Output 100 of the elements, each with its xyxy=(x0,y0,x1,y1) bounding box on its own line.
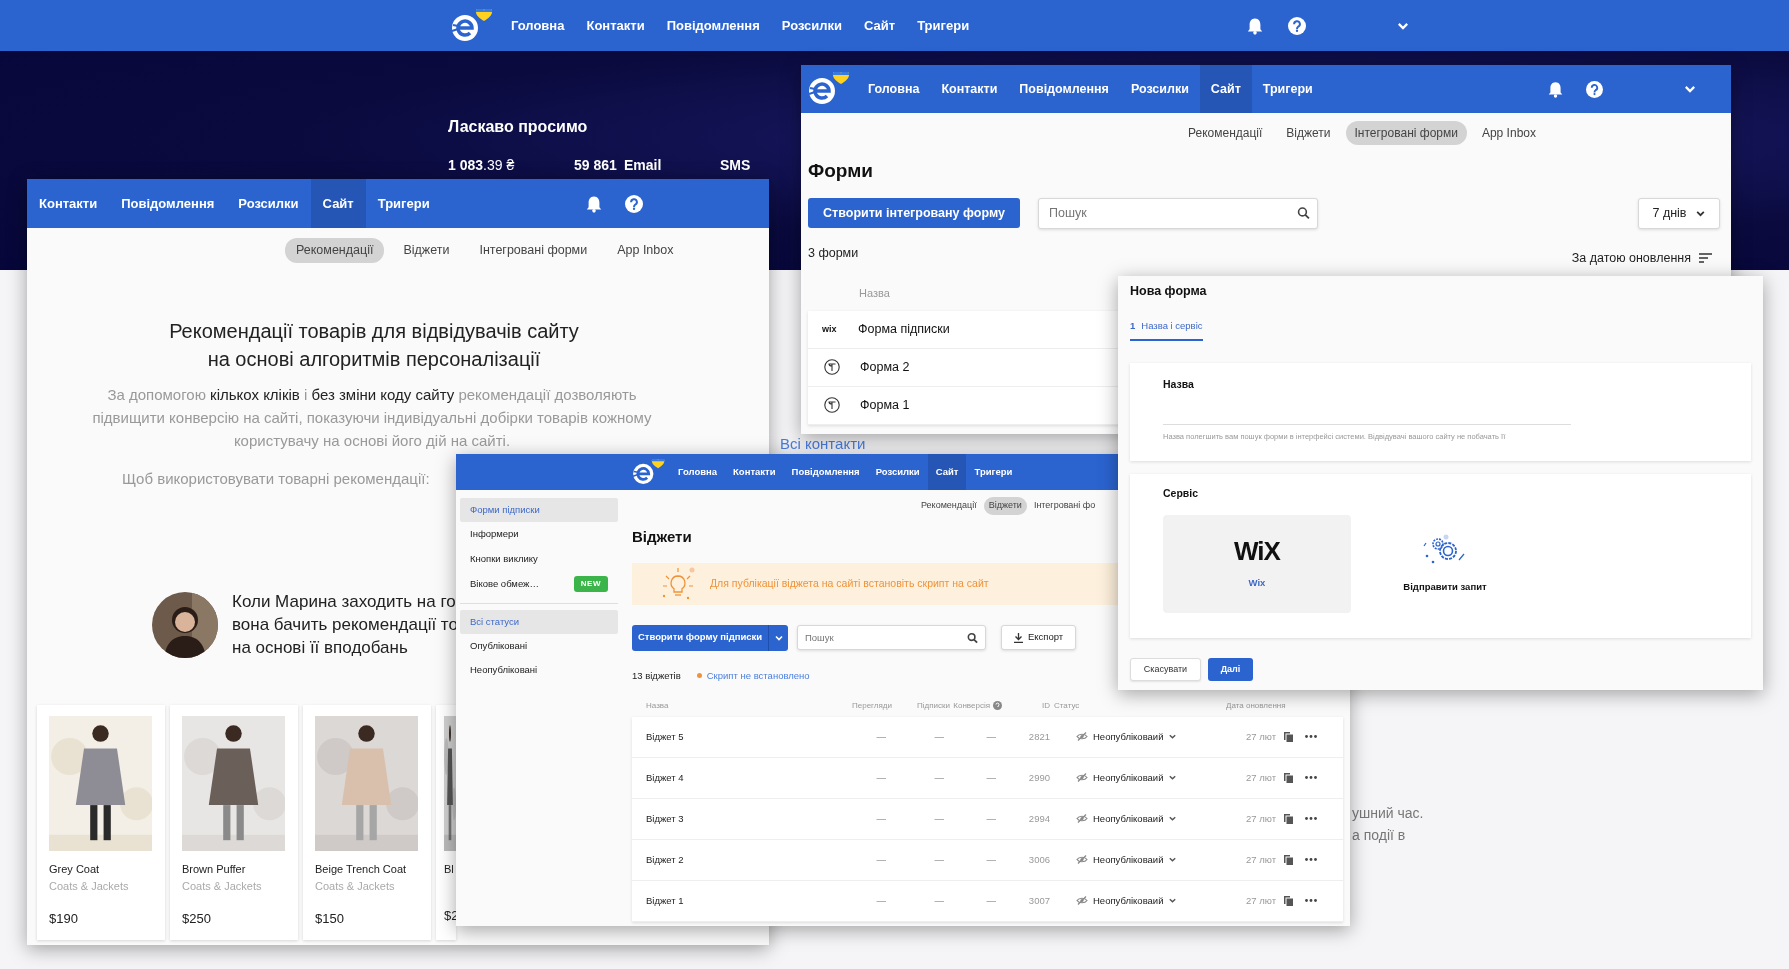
nav-link[interactable]: Сайт xyxy=(927,454,967,490)
all-contacts-link[interactable]: Всі контакти xyxy=(780,436,866,452)
sub-tab[interactable]: Інтегровані форми xyxy=(468,238,599,263)
more-icon[interactable] xyxy=(1305,776,1317,780)
cancel-button[interactable]: Скасувати xyxy=(1130,658,1201,681)
sort-dropdown[interactable]: За датою оновлення xyxy=(1571,248,1712,268)
status-dropdown[interactable]: Неопубліковаий xyxy=(1054,729,1204,744)
status-dropdown[interactable]: Неопубліковаий xyxy=(1054,852,1204,867)
bell-icon[interactable] xyxy=(1547,80,1564,98)
nav-link[interactable]: Повідомлення xyxy=(783,454,868,490)
nav-link[interactable]: Розсилки xyxy=(770,0,854,51)
nav-link[interactable]: Повідомлення xyxy=(655,0,771,51)
sub-tab[interactable]: Рекомендації xyxy=(285,238,385,263)
status-dropdown[interactable]: Неопубліковаий xyxy=(1054,893,1204,908)
more-icon[interactable] xyxy=(1305,817,1317,821)
more-icon[interactable] xyxy=(1305,899,1317,903)
welcome-heading: Ласкаво просимо xyxy=(448,117,588,137)
create-form-button[interactable]: Створити інтегровану форму xyxy=(808,198,1020,228)
nav-link[interactable]: Розсилки xyxy=(1119,65,1200,113)
status-dropdown[interactable]: Неопубліковаий xyxy=(1054,811,1204,826)
copy-icon[interactable] xyxy=(1284,731,1293,742)
sub-tab[interactable]: Рекомендації xyxy=(916,497,982,515)
nav-link[interactable]: Тригери xyxy=(906,0,981,51)
widget-name[interactable]: Віджет 2 xyxy=(646,852,846,867)
widget-name[interactable]: Віджет 5 xyxy=(646,729,846,744)
nav-link[interactable]: Тригери xyxy=(966,454,1021,490)
nav-link[interactable]: Сайт xyxy=(1199,65,1252,113)
form-name[interactable]: Форма 1 xyxy=(860,395,910,415)
wix-logo: WiX xyxy=(1234,537,1280,564)
email-label: Email xyxy=(624,156,663,175)
sidebar-item[interactable]: Опубліковані xyxy=(460,634,618,659)
form-count: 3 форми xyxy=(808,244,859,262)
status-dropdown[interactable]: Неопубліковаий xyxy=(1054,770,1204,785)
more-icon[interactable] xyxy=(1305,735,1317,739)
search-field[interactable]: Пошук xyxy=(1038,197,1318,229)
product-card[interactable]: Beige Trench Coat Coats & Jackets $150 xyxy=(303,705,431,940)
script-status-link[interactable]: Скрипт не встановлено xyxy=(706,668,810,683)
period-dropdown[interactable]: 7 днів xyxy=(1638,197,1720,229)
sidebar-item[interactable]: Вікове обмеж… xyxy=(470,576,539,591)
column-header: Підписки xyxy=(916,699,951,712)
nav-link[interactable]: Контакти xyxy=(27,179,110,228)
nav-link[interactable]: Тригери xyxy=(1251,65,1324,113)
sidebar-item[interactable]: Інформери xyxy=(460,522,618,547)
nav-link[interactable]: Повідомлення xyxy=(1008,65,1120,113)
sub-tab[interactable]: Рекомендації xyxy=(1179,121,1272,145)
sub-tab[interactable]: Віджети xyxy=(983,497,1027,515)
create-widget-button[interactable]: Створити форму підписки xyxy=(632,624,769,651)
nav-link[interactable]: Повідомлення xyxy=(109,179,227,228)
sub-tab[interactable]: App Inbox xyxy=(606,238,685,263)
column-header: Дата оновлення xyxy=(1225,699,1287,712)
copy-icon[interactable] xyxy=(1284,854,1293,865)
sidebar-item[interactable]: Неопубліковані xyxy=(460,658,618,683)
widget-name[interactable]: Віджет 1 xyxy=(646,893,846,908)
nav-link[interactable]: Розсилки xyxy=(867,454,928,490)
nav-link[interactable]: Контакти xyxy=(575,0,656,51)
widget-name[interactable]: Віджет 4 xyxy=(646,770,846,785)
sub-tab[interactable]: Інтегровані форми xyxy=(1345,121,1467,145)
help-icon[interactable] xyxy=(1586,80,1603,98)
nav-link[interactable]: Контакти xyxy=(725,454,784,490)
copy-icon[interactable] xyxy=(1284,772,1293,783)
sidebar-item[interactable]: Форми підписки xyxy=(460,498,618,523)
service-option[interactable]: Відправити запит xyxy=(1351,514,1539,613)
sub-tab[interactable]: Віджети xyxy=(392,238,461,263)
dropdown-toggle-button[interactable] xyxy=(768,624,789,651)
help-icon[interactable] xyxy=(625,194,643,213)
next-button[interactable]: Далі xyxy=(1208,658,1253,681)
copy-icon[interactable] xyxy=(1284,813,1293,824)
nav-link[interactable]: Контакти xyxy=(930,65,1009,113)
export-button[interactable]: Експорт xyxy=(1001,625,1077,650)
status-dot-icon xyxy=(696,673,702,679)
widget-name[interactable]: Віджет 3 xyxy=(646,811,846,826)
copy-icon[interactable] xyxy=(1284,895,1293,906)
step-tab[interactable]: 1 Назва і сервіс xyxy=(1130,318,1203,341)
nav-link[interactable]: Головна xyxy=(500,0,576,51)
product-card[interactable]: Grey Coat Coats & Jackets $190 xyxy=(37,705,165,940)
sidebar-item[interactable]: Всі статуси xyxy=(460,609,618,634)
service-option[interactable]: WiX Wix xyxy=(1163,514,1351,613)
nav-link[interactable]: Розсилки xyxy=(226,179,311,228)
sub-tab[interactable]: Віджети xyxy=(1277,121,1340,145)
bell-icon[interactable] xyxy=(585,194,603,213)
product-name: Brown Puffer xyxy=(182,862,247,878)
more-icon[interactable] xyxy=(1305,858,1317,862)
new-badge: NEW xyxy=(573,575,608,592)
form-name[interactable]: Форма підписки xyxy=(858,319,950,339)
nav-link[interactable]: Головна xyxy=(670,454,726,490)
nav-link[interactable]: Тригери xyxy=(365,179,442,228)
sidebar-item[interactable]: Кнопки виклику xyxy=(460,546,618,571)
logo-icon[interactable] xyxy=(630,458,666,486)
nav-link[interactable]: Сайт xyxy=(853,0,907,51)
search-icon[interactable] xyxy=(1297,206,1310,220)
nav-link[interactable]: Сайт xyxy=(310,179,366,228)
help-icon[interactable] xyxy=(1288,16,1307,35)
nav-link[interactable]: Головна xyxy=(857,65,931,113)
product-card[interactable]: Brown Puffer Coats & Jackets $250 xyxy=(170,705,298,940)
search-field[interactable]: Пошук xyxy=(797,625,986,650)
sub-tab[interactable]: App Inbox xyxy=(1472,121,1545,145)
search-icon[interactable] xyxy=(967,632,978,643)
form-name[interactable]: Форма 2 xyxy=(860,357,910,377)
sub-tab[interactable]: Інтегровані фо xyxy=(1028,497,1101,515)
wix-logo: wix xyxy=(822,322,838,336)
